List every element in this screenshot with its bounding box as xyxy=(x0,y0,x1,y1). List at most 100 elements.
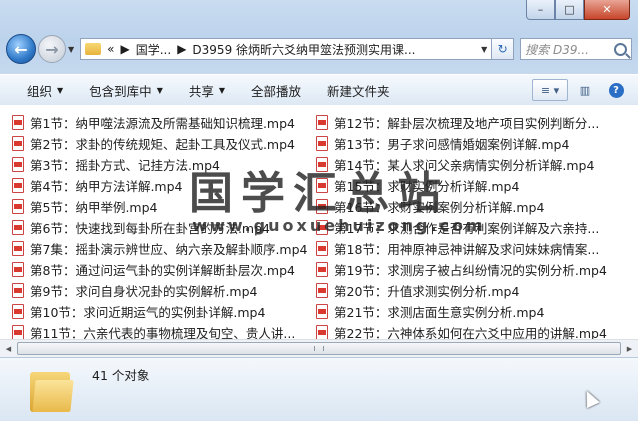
forward-arrow-icon: → xyxy=(45,39,59,59)
file-item[interactable]: 第15节：求财实例分析详解.mp4 xyxy=(316,175,618,196)
file-item[interactable]: 第19节：求测房子被占纠纷情况的实例分析.mp4 xyxy=(316,259,618,280)
history-dropdown-button[interactable]: ▼ xyxy=(68,45,74,54)
breadcrumb-item[interactable]: D3959 徐炳昕六爻纳甲筮法预测实用课... xyxy=(192,41,415,58)
command-bar: 组织 ▼ 包含到库中 ▼ 共享 ▼ 全部播放 新建文件夹 ≡ ▾ ▥ ? xyxy=(0,74,638,106)
file-item[interactable]: 第17节：求测合作是否有利案例详解及六亲持... xyxy=(316,217,618,238)
video-file-icon xyxy=(316,325,328,340)
include-label: 包含到库中 xyxy=(89,83,152,99)
file-item[interactable]: 第1节：纳甲噬法源流及所需基础知识梳理.mp4 xyxy=(12,112,312,133)
search-icon[interactable] xyxy=(614,42,627,56)
address-bar[interactable]: « ▶ 国学... ▶ D3959 徐炳昕六爻纳甲筮法预测实用课... ▼ xyxy=(80,38,493,60)
video-file-icon xyxy=(316,220,328,235)
horizontal-scrollbar[interactable]: ◀ ▶ xyxy=(0,339,638,357)
include-in-library-menu[interactable]: 包含到库中 ▼ xyxy=(76,75,176,105)
file-column-right: 第12节：解卦层次梳理及地产项目实例判断分... 第13节：男子求问感情婚姻案例… xyxy=(316,112,618,343)
help-icon: ? xyxy=(608,82,624,98)
explorer-window: – □ ✕ ← → ▼ « ▶ 国学... ▶ D3959 徐炳昕六爻纳甲筮法预… xyxy=(0,0,638,421)
address-overflow[interactable]: « xyxy=(107,42,114,56)
view-list-icon: ≡ ▾ xyxy=(540,83,560,97)
refresh-icon: ↻ xyxy=(497,42,508,56)
chevron-right-icon[interactable]: ▶ xyxy=(121,42,130,56)
organize-menu[interactable]: 组织 ▼ xyxy=(14,75,76,105)
play-all-label: 全部播放 xyxy=(251,83,302,99)
file-item[interactable]: 第3节：摇卦方式、记挂方法.mp4 xyxy=(12,154,312,175)
file-item[interactable]: 第6节：快速找到每卦所在卦宫的方法.mp4 xyxy=(12,217,312,238)
file-name: 第16节：求财实例案例分析详解.mp4 xyxy=(334,200,545,215)
change-view-button[interactable]: ≡ ▾ xyxy=(532,79,568,101)
file-column-left: 第1节：纳甲噬法源流及所需基础知识梳理.mp4 第2节：求卦的传统规矩、起卦工具… xyxy=(12,112,312,343)
scroll-right-icon[interactable]: ▶ xyxy=(621,340,638,357)
organize-label: 组织 xyxy=(27,83,53,99)
new-folder-button[interactable]: 新建文件夹 xyxy=(314,75,403,105)
file-item[interactable]: 第8节：通过问运气卦的实例详解断卦层次.mp4 xyxy=(12,259,312,280)
file-item[interactable]: 第12节：解卦层次梳理及地产项目实例判断分... xyxy=(316,112,618,133)
new-folder-label: 新建文件夹 xyxy=(327,83,390,99)
maximize-button[interactable]: □ xyxy=(555,0,584,20)
video-file-icon xyxy=(316,262,328,277)
file-name: 第17节：求测合作是否有利案例详解及六亲持... xyxy=(334,221,600,236)
forward-button[interactable]: → xyxy=(38,35,66,63)
video-file-icon xyxy=(12,262,24,277)
minimize-button[interactable]: – xyxy=(526,0,555,20)
file-name: 第10节：求问近期运气的实例卦详解.mp4 xyxy=(30,305,266,320)
video-file-icon xyxy=(12,304,24,319)
scrollbar-thumb[interactable] xyxy=(17,342,621,355)
file-name: 第9节：求问自身状况卦的实例解析.mp4 xyxy=(30,284,258,299)
preview-pane-button[interactable]: ▥ xyxy=(571,79,599,101)
caption-buttons: – □ ✕ xyxy=(526,0,630,20)
mouse-cursor-icon xyxy=(580,387,600,409)
share-menu[interactable]: 共享 ▼ xyxy=(176,75,238,105)
scrollbar-track[interactable] xyxy=(17,341,621,356)
file-item[interactable]: 第16节：求财实例案例分析详解.mp4 xyxy=(316,196,618,217)
file-name: 第2节：求卦的传统规矩、起卦工具及仪式.mp4 xyxy=(30,137,295,152)
video-file-icon xyxy=(316,304,328,319)
file-item[interactable]: 第14节：某人求问父亲病情实例分析详解.mp4 xyxy=(316,154,618,175)
video-file-icon xyxy=(316,157,328,172)
scroll-left-icon[interactable]: ◀ xyxy=(0,340,17,357)
file-item[interactable]: 第4节：纳甲方法详解.mp4 xyxy=(12,175,312,196)
chevron-down-icon: ▼ xyxy=(57,85,64,95)
file-name: 第12节：解卦层次梳理及地产项目实例判断分... xyxy=(334,116,600,131)
toolbar-right: ≡ ▾ ▥ ? xyxy=(529,79,630,101)
file-item[interactable]: 第5节：纳甲举例.mp4 xyxy=(12,196,312,217)
file-item[interactable]: 第10节：求问近期运气的实例卦详解.mp4 xyxy=(12,301,312,322)
video-file-icon xyxy=(12,178,24,193)
video-file-icon xyxy=(316,199,328,214)
video-file-icon xyxy=(12,115,24,130)
back-button[interactable]: ← xyxy=(6,34,36,64)
help-button[interactable]: ? xyxy=(602,79,630,101)
video-file-icon xyxy=(12,136,24,151)
chevron-down-icon: ▼ xyxy=(156,85,163,95)
video-file-icon xyxy=(12,199,24,214)
file-name: 第1节：纳甲噬法源流及所需基础知识梳理.mp4 xyxy=(30,116,295,131)
close-button[interactable]: ✕ xyxy=(584,0,630,20)
folder-icon xyxy=(30,368,74,412)
video-file-icon xyxy=(12,325,24,340)
video-file-icon xyxy=(316,241,328,256)
video-file-icon xyxy=(316,283,328,298)
file-item[interactable]: 第18节：用神原神忌神讲解及求问妹妹病情案... xyxy=(316,238,618,259)
search-input[interactable]: 搜索 D39... xyxy=(520,38,632,60)
address-dropdown-icon[interactable]: ▼ xyxy=(477,45,491,54)
file-name: 第7集：摇卦演示辨世应、纳六亲及解卦顺序.mp4 xyxy=(30,242,308,257)
file-name: 第15节：求财实例分析详解.mp4 xyxy=(334,179,520,194)
minimize-icon: – xyxy=(537,3,544,16)
refresh-button[interactable]: ↻ xyxy=(492,38,515,60)
file-list-pane[interactable]: 第1节：纳甲噬法源流及所需基础知识梳理.mp4 第2节：求卦的传统规矩、起卦工具… xyxy=(0,105,638,349)
video-file-icon xyxy=(316,115,328,130)
file-item[interactable]: 第7集：摇卦演示辨世应、纳六亲及解卦顺序.mp4 xyxy=(12,238,312,259)
chevron-down-icon: ▼ xyxy=(218,85,226,95)
video-file-icon xyxy=(316,136,328,151)
file-name: 第3节：摇卦方式、记挂方法.mp4 xyxy=(30,158,220,173)
file-item[interactable]: 第21节：求测店面生意实例分析.mp4 xyxy=(316,301,618,322)
file-item[interactable]: 第2节：求卦的传统规矩、起卦工具及仪式.mp4 xyxy=(12,133,312,154)
play-all-button[interactable]: 全部播放 xyxy=(238,75,314,105)
file-item[interactable]: 第13节：男子求问感情婚姻案例详解.mp4 xyxy=(316,133,618,154)
chevron-right-icon[interactable]: ▶ xyxy=(177,42,186,56)
video-file-icon xyxy=(12,220,24,235)
file-item[interactable]: 第20节：升值求测实例分析.mp4 xyxy=(316,280,618,301)
breadcrumb-item[interactable]: 国学... xyxy=(136,41,171,58)
details-pane: 41 个对象 xyxy=(0,357,638,421)
file-item[interactable]: 第9节：求问自身状况卦的实例解析.mp4 xyxy=(12,280,312,301)
file-name: 第18节：用神原神忌神讲解及求问妹妹病情案... xyxy=(334,242,600,257)
